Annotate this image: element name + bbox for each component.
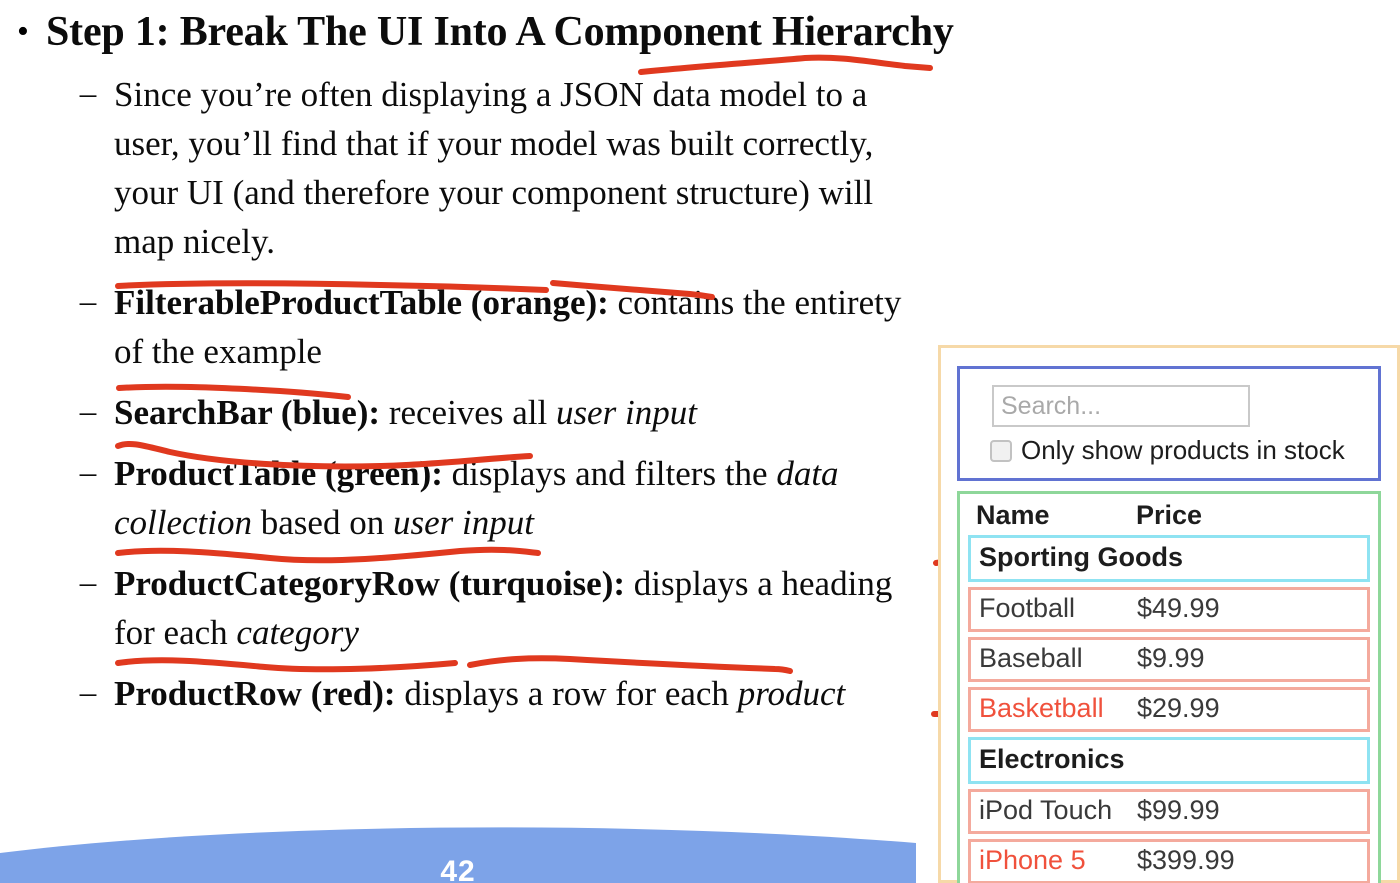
bullet-marker-icon: •	[17, 13, 29, 50]
product-name: iPhone 5	[979, 845, 1086, 875]
product-category-row: Sporting Goods	[968, 535, 1370, 582]
column-header-name: Name	[976, 500, 1050, 530]
dash-marker-icon: –	[79, 284, 97, 320]
product-row: Football $49.99	[968, 587, 1370, 632]
product-row: Basketball $29.99	[968, 687, 1370, 732]
product-price: $399.99	[1137, 845, 1235, 875]
product-row: Baseball $9.99	[968, 637, 1370, 682]
search-bar: Search... Only show products in stock	[957, 366, 1381, 481]
bullet-item-searchbar: – SearchBar (blue): receives all user in…	[0, 388, 940, 437]
product-price: $99.99	[1137, 795, 1220, 825]
dash-marker-icon: –	[79, 675, 97, 711]
page-title: Step 1: Break The UI Into A Component Hi…	[46, 9, 954, 55]
product-name: Basketball	[979, 693, 1104, 723]
table-body: Sporting Goods Football $49.99 Baseball $9.9…	[968, 535, 1370, 883]
dash-marker-icon: –	[79, 455, 97, 491]
bullet-text: ProductRow (red): displays a row for eac…	[114, 674, 846, 713]
slide-content: • Step 1: Break The UI Into A Component …	[0, 0, 954, 718]
product-category-row: Electronics	[968, 737, 1370, 784]
bullet-text: ProductTable (green): displays and filte…	[114, 454, 839, 542]
product-name: Football	[979, 593, 1076, 623]
bullet-item-producttable: – ProductTable (green): displays and fil…	[0, 449, 940, 547]
column-header-price: Price	[1136, 500, 1203, 530]
dash-marker-icon: –	[79, 394, 97, 430]
bullet-text: SearchBar (blue): receives all user inpu…	[114, 393, 697, 432]
product-row: iPod Touch $99.99	[968, 789, 1370, 834]
slide-title-row: • Step 1: Break The UI Into A Component …	[0, 0, 954, 58]
slide-footer: 42	[0, 821, 916, 883]
product-price: $29.99	[1137, 693, 1220, 723]
bullet-item-productcategoryrow: – ProductCategoryRow (turquoise): displa…	[0, 559, 940, 657]
dash-marker-icon: –	[79, 565, 97, 601]
product-price: $49.99	[1137, 593, 1220, 623]
bullet-item-productrow: – ProductRow (red): displays a row for e…	[0, 669, 940, 718]
bullet-text: ProductCategoryRow (turquoise): displays…	[114, 564, 893, 652]
filterable-product-table: Search... Only show products in stock Na…	[938, 345, 1400, 883]
bullet-text: FilterableProductTable (orange): contain…	[114, 283, 902, 371]
product-row: iPhone 5 $399.99	[968, 839, 1370, 883]
slide-number: 42	[440, 855, 476, 883]
product-table: Name Price Sporting Goods Football $49.99 B…	[957, 491, 1381, 883]
search-input[interactable]: Search...	[992, 385, 1250, 427]
product-price: $9.99	[1137, 643, 1205, 673]
in-stock-filter-row[interactable]: Only show products in stock	[990, 435, 1362, 466]
table-header-row: Name Price	[968, 498, 1370, 535]
product-name: Baseball	[979, 643, 1083, 673]
in-stock-filter-label: Only show products in stock	[1021, 435, 1345, 465]
bullet-item-json-model: – Since you’re often displaying a JSON d…	[0, 70, 940, 266]
product-name: iPod Touch	[979, 795, 1113, 825]
presentation-slide: • Step 1: Break The UI Into A Component …	[0, 0, 1400, 883]
bullet-item-filterableproducttable: – FilterableProductTable (orange): conta…	[0, 278, 940, 376]
bullet-text: Since you’re often displaying a JSON dat…	[114, 75, 874, 261]
dash-marker-icon: –	[79, 76, 97, 112]
checkbox-icon[interactable]	[990, 439, 1012, 462]
